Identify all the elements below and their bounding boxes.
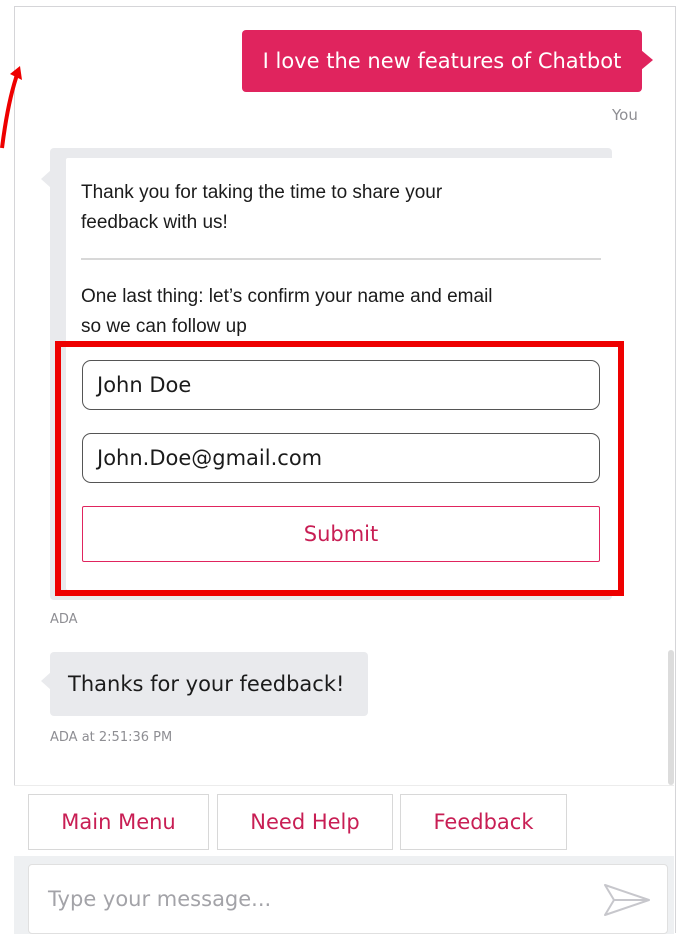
annotation-arrow-icon	[0, 66, 22, 149]
send-icon[interactable]	[602, 882, 652, 918]
bot-reply-bubble: Thanks for your feedback!	[41, 652, 368, 716]
name-field[interactable]: John Doe	[82, 360, 600, 410]
user-sender-label: You	[612, 106, 638, 124]
bot-sender-label: ADA	[50, 612, 78, 627]
quick-reply-label: Feedback	[433, 810, 534, 834]
bot-message-thanks: Thank you for taking the time to share y…	[81, 182, 443, 233]
quick-reply-label: Need Help	[250, 810, 360, 834]
name-field-value: John Doe	[97, 373, 192, 397]
user-message-bubble: I love the new features of Chatbot	[242, 30, 653, 92]
quick-reply-need-help[interactable]: Need Help	[217, 794, 393, 850]
quick-reply-feedback[interactable]: Feedback	[400, 794, 567, 850]
submit-button[interactable]: Submit	[82, 506, 600, 562]
bot-reply-text: Thanks for your feedback!	[68, 672, 345, 696]
scrollbar[interactable]	[668, 650, 674, 785]
message-divider	[81, 258, 601, 260]
quick-reply-main-menu[interactable]: Main Menu	[28, 794, 209, 850]
bot-reply-timestamp: ADA at 2:51:36 PM	[50, 730, 173, 745]
email-field[interactable]: John.Doe@gmail.com	[82, 433, 600, 483]
email-field-value: John.Doe@gmail.com	[97, 446, 323, 470]
message-input-placeholder: Type your message...	[48, 887, 272, 911]
bot-message-confirm: One last thing: let’s confirm your name …	[81, 286, 493, 337]
user-message-text: I love the new features of Chatbot	[262, 49, 622, 73]
quick-reply-label: Main Menu	[61, 810, 176, 834]
submit-button-label: Submit	[303, 522, 379, 546]
